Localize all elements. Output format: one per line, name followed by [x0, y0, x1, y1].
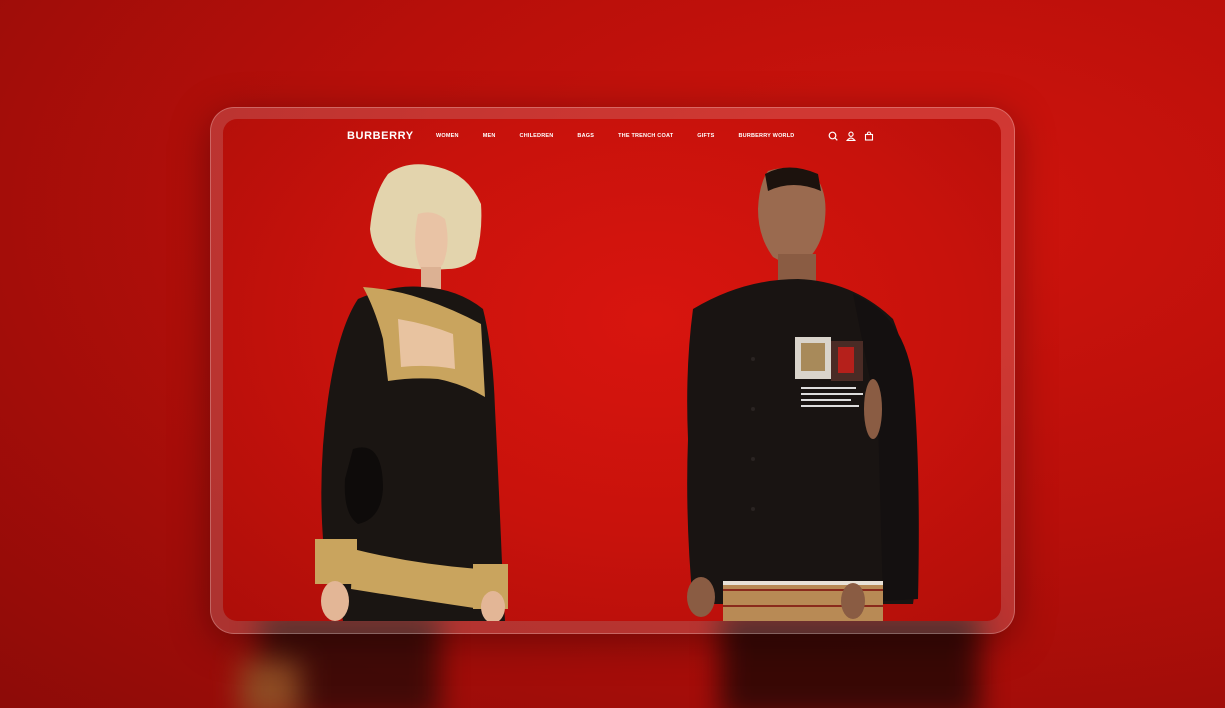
hero-image: [315, 164, 919, 621]
model-man: [687, 167, 919, 621]
nav-item-trench-coat[interactable]: THE TRENCH COAT: [618, 133, 673, 139]
main-nav: WOMEN MEN CHILEDREN BAGS THE TRENCH COAT…: [436, 133, 794, 139]
nav-item-burberry-world[interactable]: BURBERRY WORLD: [738, 133, 794, 139]
nav-item-gifts[interactable]: GIFTS: [697, 133, 714, 139]
nav-item-men[interactable]: MEN: [483, 133, 496, 139]
nav-item-children[interactable]: CHILEDREN: [520, 133, 554, 139]
website-screen: BURBERRY WOMEN MEN CHILEDREN BAGS THE TR…: [223, 119, 1001, 621]
bag-icon[interactable]: [864, 131, 874, 141]
site-header: BURBERRY WOMEN MEN CHILEDREN BAGS THE TR…: [223, 119, 1001, 155]
search-icon[interactable]: [828, 131, 838, 141]
nav-item-bags[interactable]: BAGS: [577, 133, 594, 139]
brand-logo[interactable]: BURBERRY: [347, 130, 414, 142]
nav-item-women[interactable]: WOMEN: [436, 133, 459, 139]
model-woman: [315, 164, 508, 621]
user-icon[interactable]: [846, 131, 856, 141]
header-icons: [828, 131, 874, 141]
